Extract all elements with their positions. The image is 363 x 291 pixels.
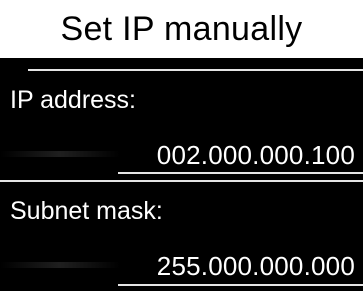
divider-top xyxy=(28,69,363,71)
ip-address-value[interactable]: 002.000.000.100 xyxy=(157,140,355,171)
subnet-mask-underline xyxy=(118,284,363,286)
subnet-mask-value[interactable]: 255.000.000.000 xyxy=(157,251,355,282)
row-shade-mask xyxy=(0,262,120,268)
page-title: Set IP manually xyxy=(0,0,363,58)
ip-address-label: IP address: xyxy=(10,86,137,114)
row-shade-ip xyxy=(0,151,120,157)
ip-address-underline xyxy=(118,172,363,174)
ip-settings-screen: Set IP manually IP address: 002.000.000.… xyxy=(0,0,363,291)
divider-middle xyxy=(0,180,363,182)
subnet-mask-label: Subnet mask: xyxy=(10,197,163,225)
